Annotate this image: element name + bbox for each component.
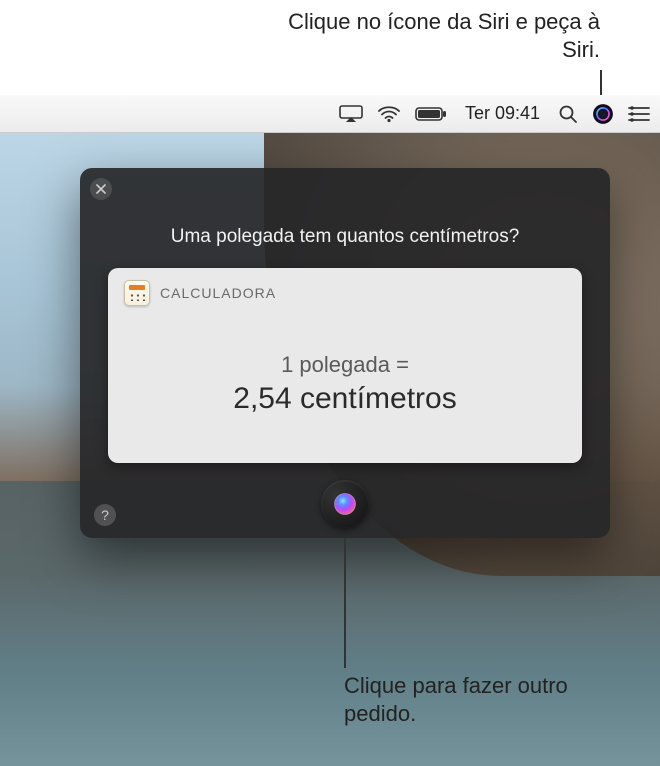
menu-bar-clock[interactable]: Ter 09:41	[461, 95, 544, 132]
notification-center-icon[interactable]	[628, 95, 650, 132]
siri-result-card[interactable]: CALCULADORA 1 polegada = 2,54 centímetro…	[108, 268, 582, 463]
card-equation-line2: 2,54 centímetros	[233, 382, 456, 416]
siri-window: Uma polegada tem quantos centímetros? CA…	[80, 168, 610, 538]
card-header: CALCULADORA	[108, 268, 582, 314]
airplay-icon[interactable]	[339, 95, 363, 132]
card-body: 1 polegada = 2,54 centímetros	[108, 314, 582, 463]
siri-ask-again-button[interactable]	[321, 480, 369, 528]
annotation-bottom: Clique para fazer outro pedido.	[344, 672, 644, 727]
battery-icon[interactable]	[415, 95, 447, 132]
callout-line-bottom	[344, 538, 346, 668]
siri-question-text: Uma polegada tem quantos centímetros?	[80, 226, 610, 248]
siri-help-button[interactable]: ?	[94, 504, 116, 526]
card-app-title: CALCULADORA	[160, 285, 276, 301]
close-button[interactable]	[90, 178, 112, 200]
spotlight-icon[interactable]	[558, 95, 578, 132]
siri-menu-icon[interactable]	[592, 95, 614, 132]
card-equation-line1: 1 polegada =	[281, 352, 409, 378]
wifi-icon[interactable]	[377, 95, 401, 132]
annotation-top: Clique no ícone da Siri e peça à Siri.	[280, 8, 600, 63]
calculator-icon	[124, 280, 150, 306]
menu-bar: Ter 09:41	[0, 95, 660, 133]
callout-line-top	[600, 70, 602, 95]
